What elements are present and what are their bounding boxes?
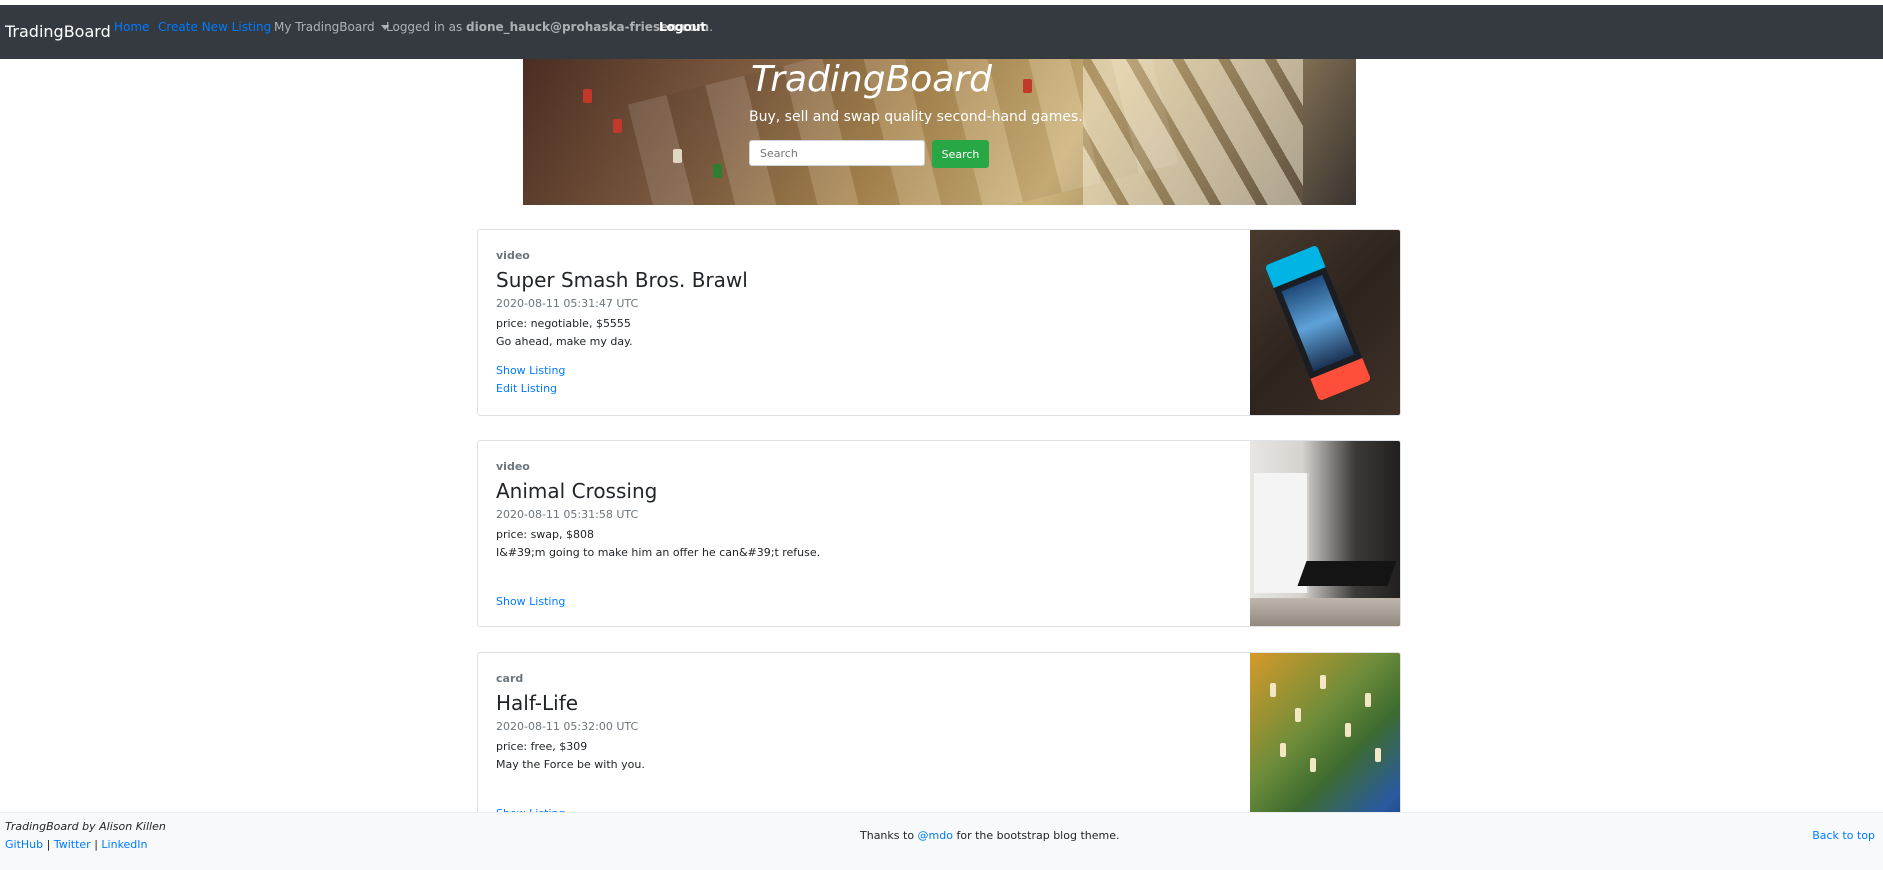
- nav-my-tradingboard-label: My TradingBoard: [274, 20, 375, 34]
- listing-date: 2020-08-11 05:31:58 UTC: [496, 508, 639, 521]
- search-input[interactable]: [749, 140, 925, 166]
- listing-card: card Half-Life 2020-08-11 05:32:00 UTC p…: [477, 652, 1401, 839]
- navbar: TradingBoard Home Create New Listing My …: [0, 5, 1883, 59]
- logged-in-prefix: Logged in as: [386, 20, 467, 34]
- listing-category: card: [496, 672, 524, 685]
- listing-title: Half-Life: [496, 691, 579, 715]
- listing-category: video: [496, 460, 530, 473]
- figure: [1375, 748, 1381, 762]
- nav-create-listing-link[interactable]: Create New Listing: [158, 20, 271, 34]
- navbar-brand[interactable]: TradingBoard: [5, 22, 111, 41]
- hero-banner: TradingBoard Buy, sell and swap quality …: [523, 59, 1356, 205]
- footer-social-links: GitHub | Twitter | LinkedIn: [5, 838, 148, 851]
- listing-description: I&#39;m going to make him an offer he ca…: [496, 546, 821, 559]
- show-listing-link[interactable]: Show Listing: [496, 595, 565, 608]
- mdo-link[interactable]: @mdo: [918, 829, 953, 842]
- figure: [1345, 723, 1351, 737]
- listing-date: 2020-08-11 05:31:47 UTC: [496, 297, 639, 310]
- search-button[interactable]: Search: [932, 140, 989, 168]
- listing-title: Animal Crossing: [496, 479, 658, 503]
- listing-price: price: negotiable, $5555: [496, 317, 631, 330]
- link-separator: |: [90, 838, 102, 851]
- game-piece: [713, 164, 722, 178]
- game-piece: [673, 149, 682, 163]
- device-image: [1297, 561, 1397, 586]
- table-surface: [1250, 598, 1400, 626]
- link-separator: |: [43, 838, 54, 851]
- listing-thumbnail: [1250, 230, 1400, 415]
- listing-price: price: swap, $808: [496, 528, 595, 541]
- thanks-prefix: Thanks to: [860, 829, 918, 842]
- hero-cards-image: [1083, 59, 1303, 205]
- listing-date: 2020-08-11 05:32:00 UTC: [496, 720, 639, 733]
- listing-title: Super Smash Bros. Brawl: [496, 268, 748, 292]
- edit-listing-link[interactable]: Edit Listing: [496, 382, 557, 395]
- figure: [1310, 758, 1316, 772]
- figure: [1295, 708, 1301, 722]
- back-to-top-link[interactable]: Back to top: [1812, 829, 1875, 842]
- hero-title: TradingBoard: [751, 59, 993, 100]
- footer-author: TradingBoard by Alison Killen: [5, 820, 166, 833]
- listing-price: price: free, $309: [496, 740, 588, 753]
- listing-card: video Super Smash Bros. Brawl 2020-08-11…: [477, 229, 1401, 416]
- footer-thanks: Thanks to @mdo for the bootstrap blog th…: [860, 829, 1119, 842]
- listing-thumbnail: [1250, 441, 1400, 626]
- game-piece: [613, 119, 622, 133]
- hero-subtitle: Buy, sell and swap quality second-hand g…: [749, 109, 1083, 125]
- listing-category: video: [496, 249, 530, 262]
- figure: [1320, 675, 1326, 689]
- listing-description: May the Force be with you.: [496, 758, 645, 771]
- console-screen: [1281, 274, 1355, 372]
- listing-description: Go ahead, make my day.: [496, 335, 633, 348]
- twitter-link[interactable]: Twitter: [54, 838, 91, 851]
- listing-card: video Animal Crossing 2020-08-11 05:31:5…: [477, 440, 1401, 627]
- show-listing-link[interactable]: Show Listing: [496, 364, 565, 377]
- footer: TradingBoard by Alison Killen GitHub | T…: [0, 812, 1883, 870]
- console-image: [1264, 244, 1372, 402]
- game-piece: [583, 89, 592, 103]
- linkedin-link[interactable]: LinkedIn: [101, 838, 147, 851]
- nav-home-link[interactable]: Home: [114, 20, 149, 34]
- figure: [1280, 743, 1286, 757]
- nav-my-tradingboard-dropdown[interactable]: My TradingBoard: [274, 20, 389, 34]
- logged-in-suffix: .: [709, 20, 714, 34]
- logout-link[interactable]: Logout: [659, 20, 706, 34]
- game-piece: [1023, 79, 1032, 93]
- figure: [1270, 683, 1276, 697]
- github-link[interactable]: GitHub: [5, 838, 43, 851]
- figure: [1365, 693, 1371, 707]
- thanks-suffix: for the bootstrap blog theme.: [952, 829, 1120, 842]
